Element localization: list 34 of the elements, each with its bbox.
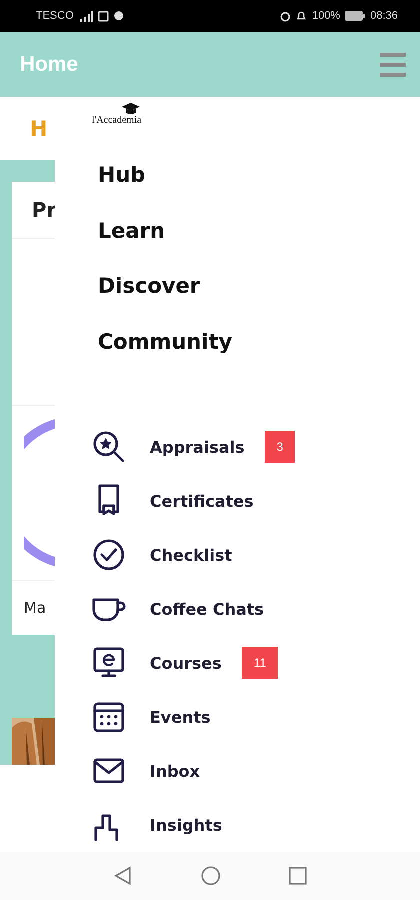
menu-item[interactable]: Courses	[150, 654, 222, 673]
nav-link[interactable]: Discover	[98, 258, 420, 314]
menu-item[interactable]: Appraisals	[150, 438, 245, 457]
card-footer: Ma	[24, 599, 46, 617]
bell-icon	[296, 10, 308, 22]
nav-link[interactable]: Learn	[98, 202, 420, 259]
card-title: Pr	[32, 198, 57, 222]
count-badge: 11	[242, 647, 278, 680]
menu-item[interactable]: Inbox	[150, 762, 200, 781]
menu-item[interactable]: Insights	[150, 816, 222, 835]
menu-item[interactable]: Checklist	[150, 546, 232, 565]
logo-text: l'Accademia	[92, 115, 142, 126]
count-badge: 3	[264, 431, 296, 464]
nav-link[interactable]: Community	[98, 314, 420, 370]
nav-link[interactable]: Hub	[98, 146, 420, 203]
battery-icon	[345, 11, 366, 21]
appraisals-icon	[92, 430, 126, 464]
back-icon[interactable]	[113, 866, 133, 886]
dot-icon	[114, 11, 124, 21]
home-icon[interactable]	[201, 866, 221, 886]
menu-item[interactable]: Certificates	[150, 492, 254, 511]
menu-item[interactable]: Events	[150, 708, 211, 727]
carrier-name: TESCO	[36, 10, 74, 22]
checklist-icon	[92, 538, 126, 572]
menu-item[interactable]: Coffee Chats	[150, 600, 264, 619]
menu-icon[interactable]	[380, 52, 406, 76]
recents-icon[interactable]	[289, 867, 307, 885]
battery-percent: 100%	[312, 10, 340, 22]
courses-icon	[92, 646, 126, 680]
clock: 08:36	[370, 10, 398, 22]
events-icon	[92, 700, 126, 734]
page-title: Home	[20, 52, 78, 76]
signal-icon	[78, 10, 93, 22]
graduation-cap-icon	[122, 103, 140, 115]
